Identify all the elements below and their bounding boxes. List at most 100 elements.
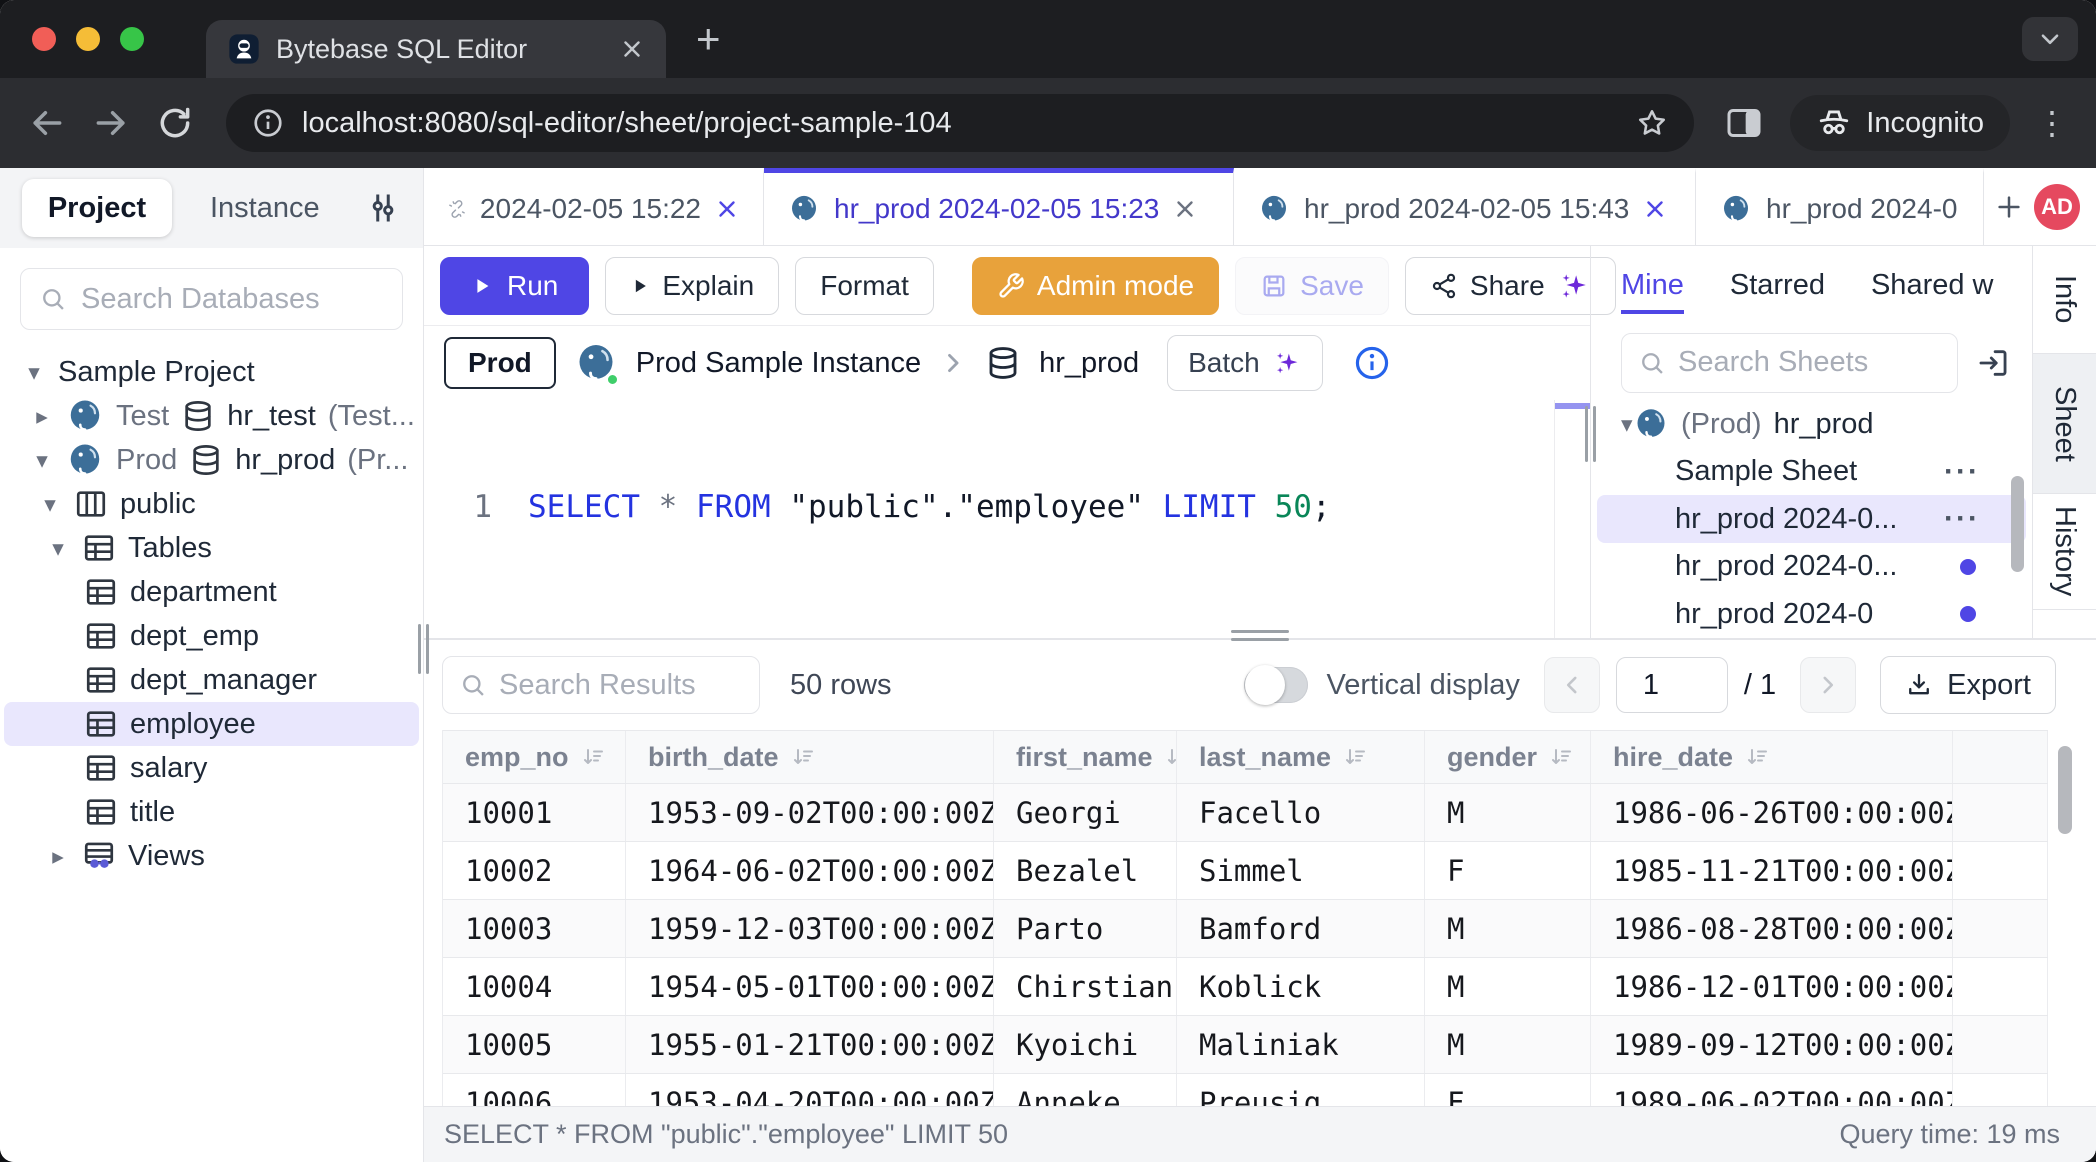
database-name[interactable]: hr_prod (1039, 347, 1139, 380)
address-bar[interactable]: localhost:8080/sql-editor/sheet/project-… (226, 94, 1694, 152)
tree-item-schema-public[interactable]: ▾ public (0, 482, 423, 526)
sheet-group-hr-prod[interactable]: ▾ (Prod) hr_prod (1597, 400, 2026, 448)
back-button[interactable] (28, 104, 66, 142)
new-tab-button[interactable]: + (696, 18, 721, 60)
tree-item-table-dept-manager[interactable]: dept_manager (0, 658, 423, 702)
bookmark-star-icon[interactable] (1636, 107, 1668, 139)
cell-emp-no[interactable]: 10003 (443, 900, 626, 957)
reload-button[interactable] (156, 104, 194, 142)
sort-icon[interactable] (1745, 745, 1769, 769)
column-header-last-name[interactable]: last_name (1177, 731, 1425, 783)
sort-icon[interactable] (1549, 745, 1573, 769)
tree-item-table-title[interactable]: title (0, 790, 423, 834)
cell-birth-date[interactable]: 1955-01-21T00:00:00Z (626, 1016, 994, 1073)
cell-last-name[interactable]: Facello (1177, 784, 1425, 841)
cell-emp-no[interactable]: 10006 (443, 1074, 626, 1106)
cell-last-name[interactable]: Bamford (1177, 900, 1425, 957)
cell-emp-no[interactable]: 10002 (443, 842, 626, 899)
worksheet-tab-4[interactable]: hr_prod 2024-0 (1696, 168, 1984, 245)
caret-down-icon[interactable]: ▾ (46, 535, 70, 562)
filter-settings-icon[interactable] (365, 190, 401, 226)
side-panel-icon[interactable] (1724, 103, 1764, 143)
browser-menu-button[interactable]: ⋮ (2036, 104, 2068, 142)
sheet-item-unsaved-1[interactable]: hr_prod 2024-0... (1597, 543, 2026, 591)
collapse-panel-icon[interactable] (1976, 346, 2010, 380)
explain-button[interactable]: Explain (605, 257, 779, 315)
caret-right-icon[interactable]: ▸ (30, 403, 54, 430)
table-row-2[interactable]: 10002 1964-06-02T00:00:00Z Bezalel Simme… (443, 842, 2048, 900)
tree-item-tables-group[interactable]: ▾ Tables (0, 526, 423, 570)
tab-instance[interactable]: Instance (210, 192, 320, 225)
cell-birth-date[interactable]: 1964-06-02T00:00:00Z (626, 842, 994, 899)
cell-first-name[interactable]: Anneke (994, 1074, 1177, 1106)
tree-item-test-db[interactable]: ▸ Test hr_test (Test... (0, 394, 423, 438)
sheet-item-unsaved-2[interactable]: hr_prod 2024-0 (1597, 590, 2026, 638)
tab-shared[interactable]: Shared w (1871, 269, 1994, 302)
column-header-first-name[interactable]: first_name (994, 731, 1177, 783)
column-header-emp-no[interactable]: emp_no (443, 731, 626, 783)
share-button[interactable]: Share (1405, 257, 1616, 315)
splitter-handle[interactable] (1231, 630, 1289, 641)
tree-item-prod-db[interactable]: ▾ Prod hr_prod (Pr... (0, 438, 423, 482)
sort-icon[interactable] (1165, 745, 1177, 769)
minimize-window-button[interactable] (76, 27, 100, 51)
search-databases-input[interactable]: Search Databases (20, 268, 403, 330)
export-button[interactable]: Export (1880, 656, 2056, 714)
tab-sheet-active[interactable]: Sheet (2033, 354, 2096, 494)
cell-hire-date[interactable]: 1989-09-12T00:00:00Z (1591, 1016, 1953, 1073)
table-row-5[interactable]: 10005 1955-01-21T00:00:00Z Kyoichi Malin… (443, 1016, 2048, 1074)
column-header-gender[interactable]: gender (1425, 731, 1591, 783)
cell-gender[interactable]: F (1425, 1074, 1591, 1106)
sheet-more-button[interactable]: ··· (1944, 502, 1980, 536)
cell-birth-date[interactable]: 1953-09-02T00:00:00Z (626, 784, 994, 841)
ai-sparkles-icon[interactable] (1557, 269, 1591, 303)
close-worksheet-icon[interactable] (715, 197, 739, 221)
cell-gender[interactable]: M (1425, 784, 1591, 841)
tree-item-table-dept-emp[interactable]: dept_emp (0, 614, 423, 658)
sidebar-resize-handle[interactable] (418, 624, 429, 674)
table-row-1[interactable]: 10001 1953-09-02T00:00:00Z Georgi Facell… (443, 784, 2048, 842)
cell-gender[interactable]: M (1425, 1016, 1591, 1073)
cell-last-name[interactable]: Koblick (1177, 958, 1425, 1015)
cell-first-name[interactable]: Georgi (994, 784, 1177, 841)
vertical-display-toggle[interactable] (1244, 667, 1308, 703)
user-avatar[interactable]: AD (2034, 184, 2080, 230)
format-button[interactable]: Format (795, 257, 934, 315)
tree-item-table-salary[interactable]: salary (0, 746, 423, 790)
url-text[interactable]: localhost:8080/sql-editor/sheet/project-… (302, 107, 1618, 140)
cell-last-name[interactable]: Simmel (1177, 842, 1425, 899)
sort-icon[interactable] (581, 745, 605, 769)
cell-hire-date[interactable]: 1985-11-21T00:00:00Z (1591, 842, 1953, 899)
sort-icon[interactable] (791, 745, 815, 769)
page-number-input[interactable]: 1 (1616, 657, 1728, 713)
cell-hire-date[interactable]: 1986-12-01T00:00:00Z (1591, 958, 1953, 1015)
column-header-hire-date[interactable]: hire_date (1591, 731, 1953, 783)
results-scrollbar[interactable] (2058, 746, 2072, 834)
site-info-icon[interactable] (252, 107, 284, 139)
close-worksheet-icon[interactable] (1173, 197, 1197, 221)
cell-birth-date[interactable]: 1959-12-03T00:00:00Z (626, 900, 994, 957)
sheet-panel-scrollbar[interactable] (2011, 476, 2024, 572)
save-button[interactable]: Save (1235, 257, 1389, 315)
table-row-4[interactable]: 10004 1954-05-01T00:00:00Z Chirstian Kob… (443, 958, 2048, 1016)
cell-first-name[interactable]: Parto (994, 900, 1177, 957)
close-tab-icon[interactable] (620, 37, 644, 61)
sheet-item-sample-sheet[interactable]: Sample Sheet ··· (1597, 448, 2026, 496)
tab-project[interactable]: Project (22, 179, 172, 237)
table-row-6-clipped[interactable]: 10006 1953-04-20T00:00:00Z Anneke Preusi… (443, 1074, 2048, 1106)
tab-starred[interactable]: Starred (1730, 269, 1825, 302)
tab-history[interactable]: History (2033, 494, 2096, 610)
cell-hire-date[interactable]: 1986-08-28T00:00:00Z (1591, 900, 1953, 957)
cell-emp-no[interactable]: 10005 (443, 1016, 626, 1073)
close-worksheet-icon[interactable] (1643, 197, 1667, 221)
panel-resize-handle[interactable] (1585, 406, 1596, 462)
cell-birth-date[interactable]: 1953-04-20T00:00:00Z (626, 1074, 994, 1106)
caret-down-icon[interactable]: ▾ (22, 359, 46, 386)
batch-button[interactable]: Batch (1167, 335, 1323, 391)
tree-item-table-department[interactable]: department (0, 570, 423, 614)
cell-first-name[interactable]: Bezalel (994, 842, 1177, 899)
cell-gender[interactable]: F (1425, 842, 1591, 899)
new-worksheet-button[interactable] (1984, 168, 2034, 245)
column-header-birth-date[interactable]: birth_date (626, 731, 994, 783)
run-button[interactable]: Run (440, 257, 589, 315)
